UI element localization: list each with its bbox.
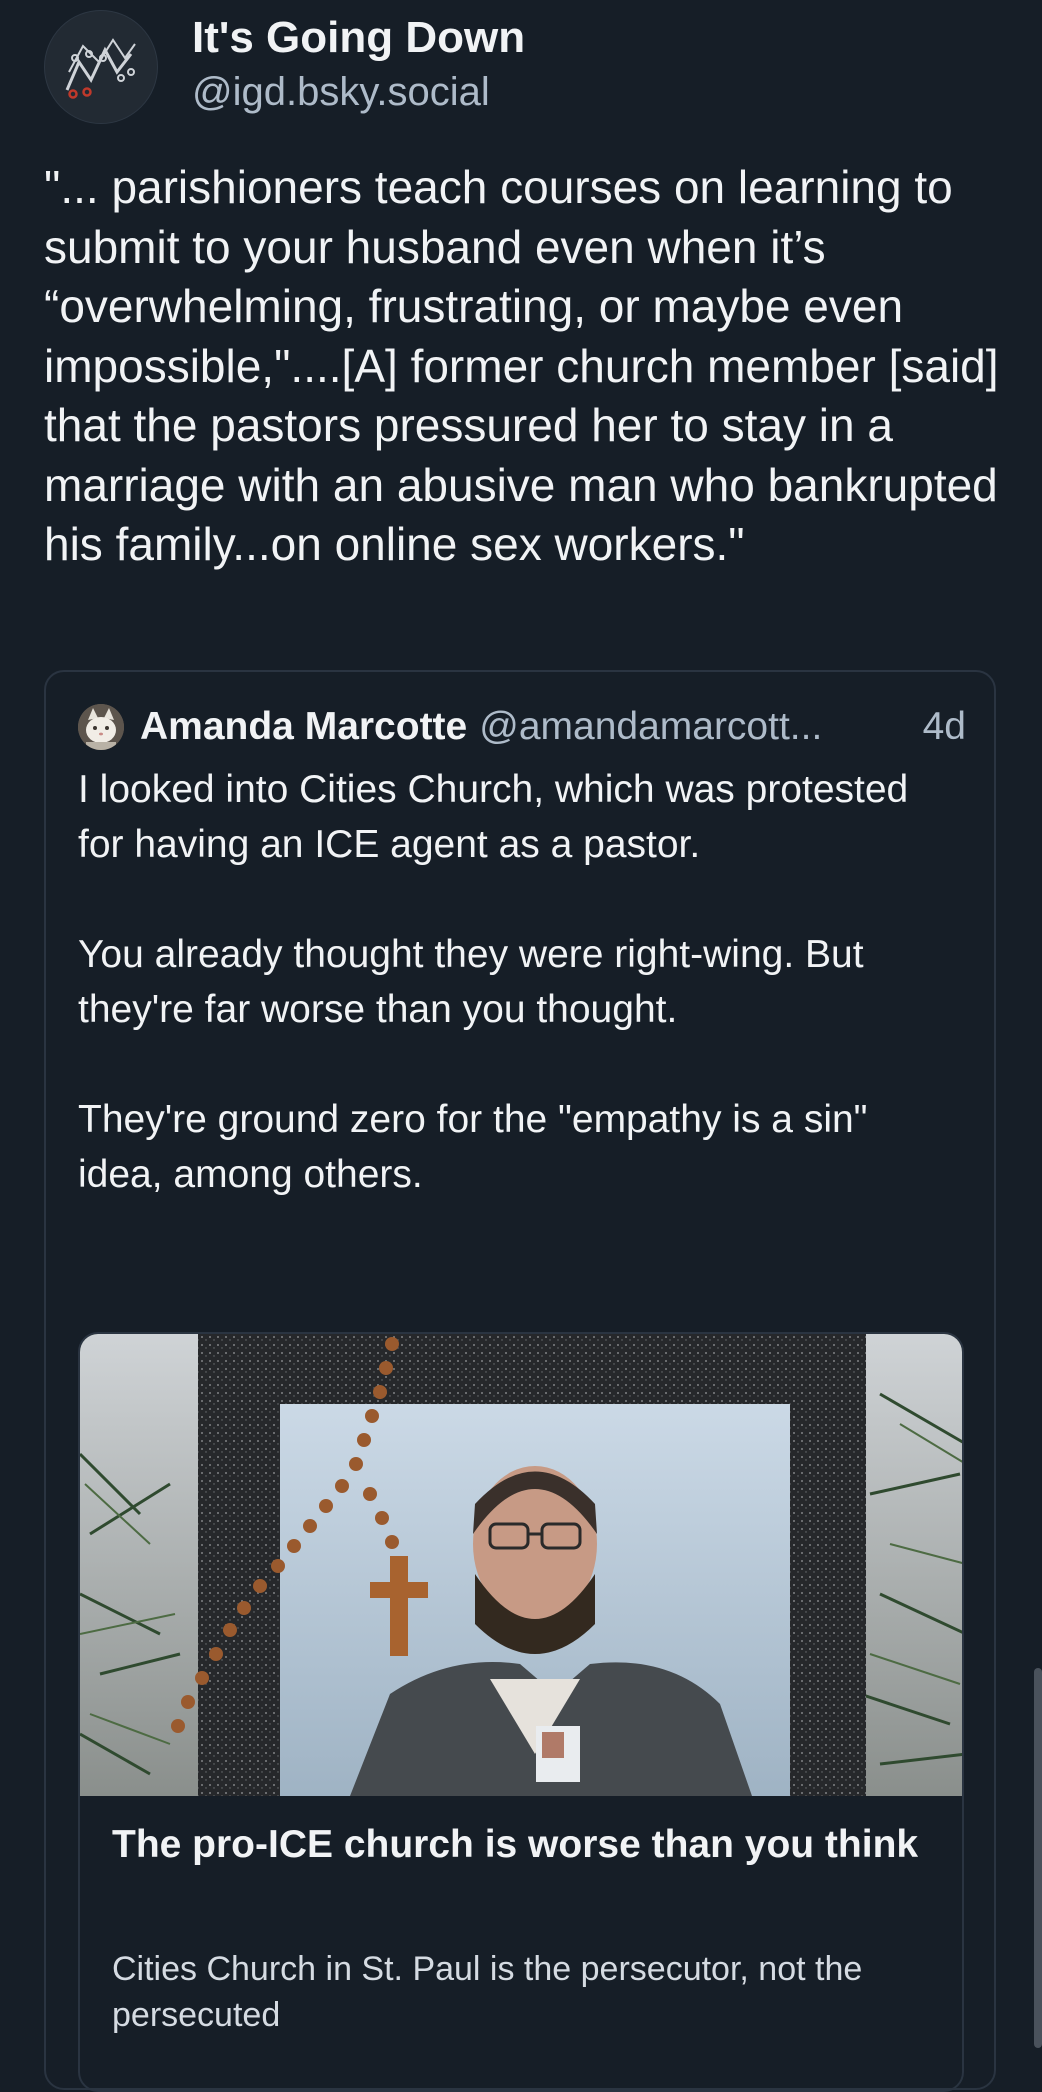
memorial-photo-image [80, 1334, 962, 1796]
quoted-author-name[interactable]: Amanda Marcotte [140, 705, 467, 749]
post[interactable]: It's Going Down @igd.bsky.social "... pa… [0, 0, 1042, 2092]
quoted-post-timestamp[interactable]: 4d [923, 705, 966, 749]
post-author[interactable]: It's Going Down @igd.bsky.social [44, 10, 525, 124]
link-card[interactable]: The pro-ICE church is worse than you thi… [78, 1332, 964, 2092]
quoted-post-header: Amanda Marcotte @amandamarcott... 4d [78, 704, 966, 750]
author-display-name[interactable]: It's Going Down [192, 12, 525, 65]
post-text: "... parishioners teach courses on learn… [44, 161, 1012, 570]
quoted-post[interactable]: Amanda Marcotte @amandamarcott... 4d I l… [44, 670, 996, 2092]
link-card-title[interactable]: The pro-ICE church is worse than you thi… [112, 1818, 932, 1872]
link-card-description: Cities Church in St. Paul is the persecu… [112, 1950, 863, 2034]
quoted-post-text: I looked into Cities Church, which was p… [78, 768, 909, 1196]
cat-avatar-icon[interactable] [78, 704, 124, 750]
author-handle[interactable]: @igd.bsky.social [192, 68, 525, 116]
quoted-author-handle[interactable]: @amandamarcott... [479, 705, 822, 749]
igd-logo-icon[interactable] [44, 10, 158, 124]
scrollbar[interactable] [1034, 1668, 1042, 2048]
